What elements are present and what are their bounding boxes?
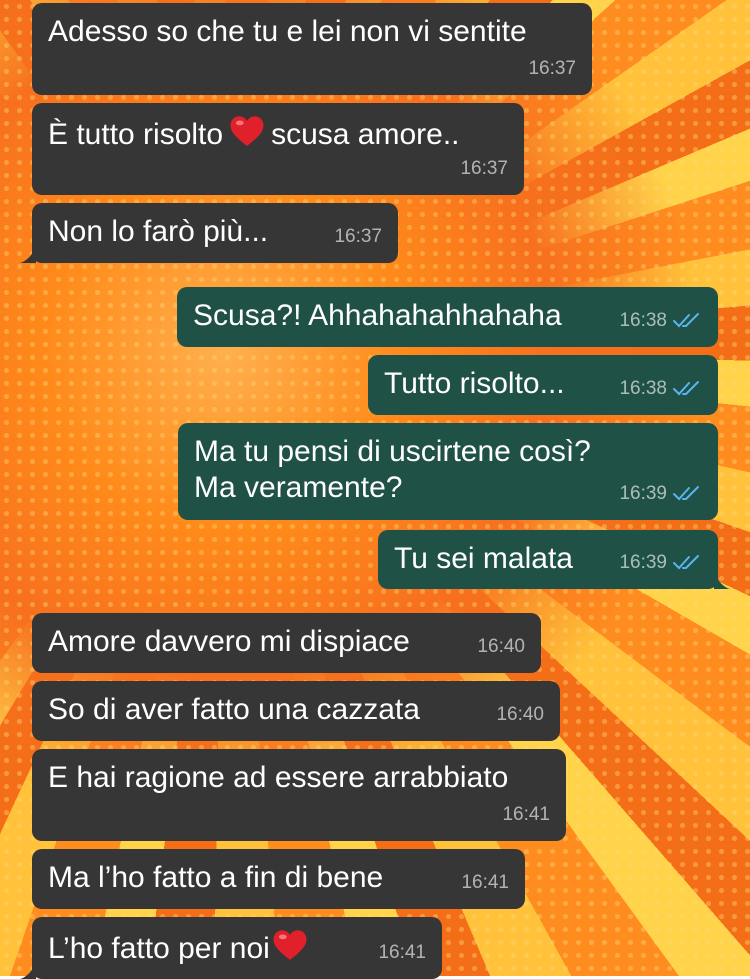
message-bubble-incoming[interactable]: Adesso so che tu e lei non vi sentite 16… [32,3,592,95]
message-bubble-incoming[interactable]: È tutto risolto scusa amore.. 16:37 [32,103,524,195]
red-heart-icon [273,930,307,960]
message-bubble-outgoing[interactable]: Scusa?! Ahhahahahhahaha 16:38 [177,287,718,347]
read-receipt-icon [673,381,699,396]
message-text: È tutto risolto scusa amore.. [48,116,460,151]
message-text: Tutto risolto... [384,367,565,400]
message-text: E hai ragione ad essere arrabbiato [48,761,509,794]
message-bubble-incoming[interactable]: Amore davvero mi dispiace 16:40 [32,613,541,673]
message-meta: 16:41 [502,797,550,833]
message-time: 16:37 [334,226,382,247]
message-time: 16:41 [502,804,550,825]
read-receipt-icon [673,313,699,328]
message-time: 16:40 [477,636,525,657]
red-heart-icon [230,116,264,146]
message-bubble-incoming[interactable]: Ma l’ho fatto a fin di bene 16:41 [32,849,525,909]
message-time: 16:41 [378,942,426,963]
message-bubble-incoming[interactable]: L’ho fatto per noi 16:41 [20,917,442,979]
message-bubble-outgoing[interactable]: Tu sei malata 16:39 [378,530,730,589]
message-time: 16:38 [619,310,667,331]
message-time: 16:37 [528,58,576,79]
message-meta: 16:40 [477,629,525,665]
message-bubble-outgoing[interactable]: Ma tu pensi di uscirtene così? Ma verame… [178,423,718,520]
message-text-part: scusa amore.. [271,118,460,151]
message-meta: 16:40 [496,697,544,733]
message-meta: 16:37 [334,219,382,255]
message-text: Amore davvero mi dispiace [48,625,410,658]
message-bubble-outgoing[interactable]: Tutto risolto... 16:38 [368,355,718,415]
message-text: Adesso so che tu e lei non vi sentite [48,15,527,48]
message-bubble-incoming[interactable]: Non lo farò più... 16:37 [20,203,398,263]
message-time: 16:38 [619,378,667,399]
message-meta: 16:39 [619,545,702,581]
message-text: L’ho fatto per noi [48,930,314,965]
message-line: Ma tu pensi di uscirtene così? [194,435,591,468]
message-bubble-incoming[interactable]: So di aver fatto una cazzata 16:40 [32,681,560,741]
message-meta: 16:39 [619,476,702,512]
message-meta: 16:41 [378,935,426,971]
message-text: Ma l’ho fatto a fin di bene [48,861,384,894]
message-text: Scusa?! Ahhahahahhahaha [193,299,562,332]
bubble-tail [714,573,730,589]
message-meta: 16:37 [460,151,508,187]
message-meta: 16:38 [619,371,702,407]
message-time: 16:39 [619,483,667,504]
message-text: Tu sei malata [394,542,573,575]
message-text: Non lo farò più... [48,215,269,248]
bubble-tail [20,963,36,979]
message-meta: 16:37 [528,51,576,87]
message-meta: 16:38 [619,303,702,339]
message-time: 16:41 [461,872,509,893]
message-meta: 16:41 [461,865,509,901]
bubble-tail [20,247,36,263]
read-receipt-icon [673,486,699,501]
message-time: 16:37 [460,158,508,179]
read-receipt-icon [673,555,699,570]
message-time: 16:39 [619,552,667,573]
chat-thread[interactable]: Adesso so che tu e lei non vi sentite 16… [0,0,750,979]
message-bubble-incoming[interactable]: E hai ragione ad essere arrabbiato 16:41 [32,749,566,841]
message-time: 16:40 [496,704,544,725]
message-text-part: L’ho fatto per noi [48,932,270,965]
message-text-part: È tutto risolto [48,118,224,151]
message-text: So di aver fatto una cazzata [48,693,420,726]
